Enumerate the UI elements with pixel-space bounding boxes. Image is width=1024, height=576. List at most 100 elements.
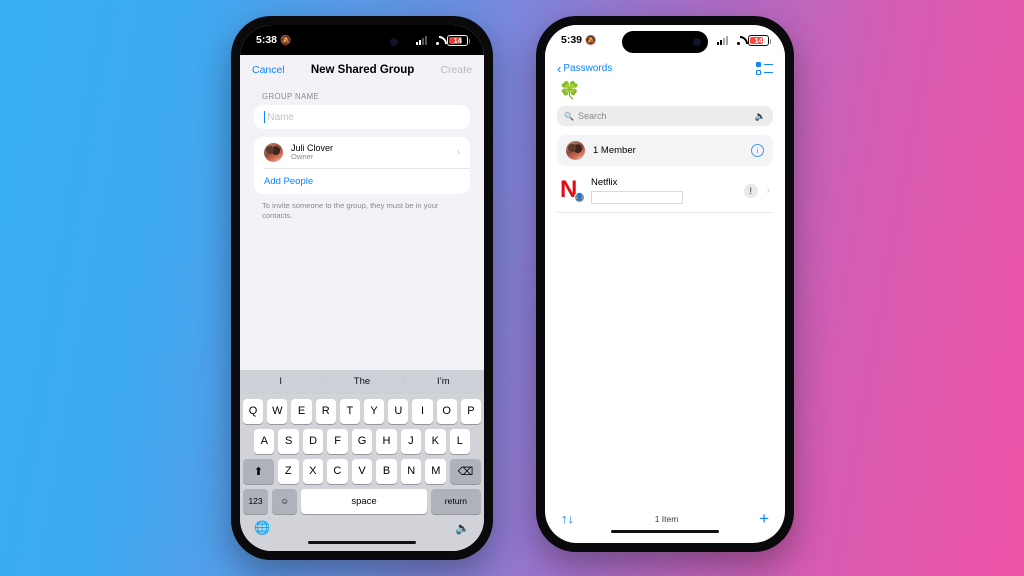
member-row-text: Juli Clover Owner xyxy=(291,143,449,162)
shared-group-icon: 👤 xyxy=(574,191,585,203)
right-nav-bar: ‹ Passwords xyxy=(545,55,785,78)
key-u[interactable]: U xyxy=(388,398,409,424)
battery-icon: 14 xyxy=(748,34,771,46)
key-q[interactable]: Q xyxy=(242,398,264,424)
key-d[interactable]: D xyxy=(302,428,324,454)
software-keyboard: I The I’m Q W E R T Y U I O P A S D F G … xyxy=(240,369,484,551)
list-item-title: Netflix xyxy=(591,177,618,188)
chevron-right-icon: › xyxy=(766,185,770,196)
status-right-group: 14 xyxy=(416,34,470,46)
bell-slash-icon: 🔕 xyxy=(280,34,292,45)
chevron-left-icon: ‹ xyxy=(557,61,562,76)
key-s[interactable]: S xyxy=(278,428,299,454)
key-m[interactable]: M xyxy=(425,458,447,484)
prediction-2[interactable]: The xyxy=(321,376,402,387)
key-g[interactable]: G xyxy=(351,428,373,454)
battery-level: 14 xyxy=(453,35,462,45)
wifi-icon xyxy=(431,35,443,45)
member-count-row[interactable]: 1 Member i xyxy=(557,135,773,166)
key-b[interactable]: B xyxy=(376,458,397,484)
keyboard-row-3: ⬆ Z X C V B N M ⌫ xyxy=(243,458,481,484)
key-y[interactable]: Y xyxy=(364,398,385,424)
search-icon: 🔍 xyxy=(564,111,574,121)
add-password-button[interactable]: + xyxy=(759,510,769,527)
keyboard-row-1: Q W E R T Y U I O P xyxy=(242,398,482,424)
key-r[interactable]: R xyxy=(315,398,336,424)
back-button-passwords[interactable]: ‹ Passwords xyxy=(557,61,612,76)
item-count-label: 1 Item xyxy=(654,513,679,524)
backspace-key[interactable]: ⌫ xyxy=(450,458,481,484)
dynamic-island xyxy=(319,31,405,53)
list-view-options-icon[interactable] xyxy=(756,62,773,75)
member-row-owner[interactable]: Juli Clover Owner › xyxy=(254,137,470,168)
key-w[interactable]: W xyxy=(267,398,288,424)
cellular-bars-icon xyxy=(717,35,728,45)
text-cursor xyxy=(264,111,266,123)
space-key[interactable]: space xyxy=(301,488,427,514)
right-phone-screen: 5:39 🔕 14 ‹ Passwords 🍀 🔍 Search 🔈 1 Mem… xyxy=(545,25,785,543)
predictive-text-bar: I The I’m xyxy=(240,369,484,394)
list-item[interactable]: N 👤 Netflix ! › xyxy=(557,175,773,213)
cancel-button[interactable]: Cancel xyxy=(252,64,285,76)
cellular-bars-icon xyxy=(416,35,427,45)
home-indicator xyxy=(308,540,416,544)
bottom-toolbar: ↑↓ 1 Item + xyxy=(545,510,785,527)
group-emoji-title: 🍀 xyxy=(559,81,581,100)
avatar xyxy=(264,143,283,163)
create-button[interactable]: Create xyxy=(440,64,472,76)
bell-slash-icon: 🔕 xyxy=(585,34,597,45)
left-phone-screen: 5:38 🔕 14 Cancel New Shared Group Create xyxy=(240,25,484,551)
key-f[interactable]: F xyxy=(327,428,348,454)
key-k[interactable]: K xyxy=(425,428,446,454)
key-t[interactable]: T xyxy=(339,398,360,424)
prediction-3[interactable]: I’m xyxy=(402,376,484,387)
search-placeholder: Search xyxy=(577,111,607,121)
key-z[interactable]: Z xyxy=(277,458,299,484)
keyboard-bottom-bar: 🌐 🔈 xyxy=(240,514,484,539)
group-name-section-label: GROUP NAME xyxy=(262,92,320,101)
key-j[interactable]: J xyxy=(400,428,422,454)
status-left-group: 5:39 🔕 xyxy=(561,34,596,46)
add-people-button[interactable]: Add People xyxy=(254,169,470,194)
return-key[interactable]: return xyxy=(430,488,481,514)
member-count-label: 1 Member xyxy=(593,145,636,156)
home-indicator xyxy=(611,529,719,533)
info-circle-icon[interactable]: i xyxy=(751,144,764,157)
emoji-key[interactable]: ☺ xyxy=(272,488,298,514)
keyboard-row-2: A S D F G H J K L xyxy=(243,428,481,454)
key-v[interactable]: V xyxy=(351,458,373,484)
left-phone-device: 5:38 🔕 14 Cancel New Shared Group Create xyxy=(231,16,493,560)
netflix-logo-icon: N 👤 xyxy=(560,177,585,203)
key-i[interactable]: I xyxy=(412,398,433,424)
key-e[interactable]: E xyxy=(291,398,312,424)
search-input[interactable]: 🔍 Search 🔈 xyxy=(557,106,773,126)
key-l[interactable]: L xyxy=(449,428,470,454)
microphone-icon[interactable]: 🔈 xyxy=(455,521,470,535)
key-o[interactable]: O xyxy=(436,398,457,424)
globe-icon[interactable]: 🌐 xyxy=(254,520,270,536)
key-h[interactable]: H xyxy=(376,428,397,454)
key-p[interactable]: P xyxy=(460,398,482,424)
page-title: New Shared Group xyxy=(310,64,415,76)
wifi-icon xyxy=(732,35,744,45)
sort-button[interactable]: ↑↓ xyxy=(561,512,574,525)
key-n[interactable]: N xyxy=(400,458,422,484)
group-name-input[interactable]: Name xyxy=(254,105,470,129)
prediction-1[interactable]: I xyxy=(240,376,321,387)
key-c[interactable]: C xyxy=(327,458,348,484)
list-item-text: Netflix xyxy=(591,177,735,204)
members-card: Juli Clover Owner › Add People xyxy=(254,137,470,194)
status-right-group: 14 xyxy=(717,34,771,46)
warning-badge-icon[interactable]: ! xyxy=(743,183,758,198)
left-status-bar: 5:38 🔕 14 xyxy=(240,25,484,55)
key-x[interactable]: X xyxy=(302,458,324,484)
shift-key[interactable]: ⬆ xyxy=(243,458,274,484)
member-role: Owner xyxy=(291,152,314,162)
key-a[interactable]: A xyxy=(254,428,275,454)
microphone-icon[interactable]: 🔈 xyxy=(755,111,766,122)
keyboard-row-4: 123 ☺ space return xyxy=(243,488,481,514)
battery-icon: 14 xyxy=(447,34,470,46)
numbers-key[interactable]: 123 xyxy=(243,488,269,514)
member-name: Juli Clover xyxy=(291,143,334,153)
status-time: 5:39 xyxy=(561,34,583,46)
